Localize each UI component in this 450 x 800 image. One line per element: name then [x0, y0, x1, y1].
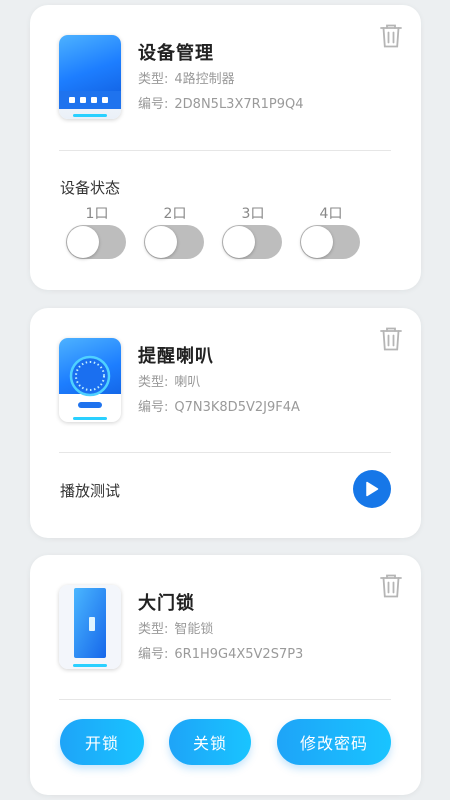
port-label: 1口	[85, 206, 109, 222]
port-2-toggle[interactable]	[144, 225, 204, 259]
play-test-label: 播放测试	[60, 482, 121, 500]
speaker-icon	[59, 338, 121, 422]
type-label: 类型:	[138, 375, 169, 390]
port-label: 2口	[163, 206, 187, 222]
id-label: 编号:	[138, 647, 169, 662]
port-4-toggle[interactable]	[300, 225, 360, 259]
port-2: 2口	[144, 203, 206, 259]
port-label: 3口	[241, 206, 265, 222]
device-type: 类型: 4路控制器	[138, 68, 235, 87]
id-value: 6R1H9G4X5V2S7P3	[174, 647, 304, 662]
port-3: 3口	[222, 203, 284, 259]
device-card-speaker: 提醒喇叭 类型: 喇叭 编号: Q7N3K8D5V2J9F4A 播放测试	[30, 308, 421, 538]
device-id: 编号: 6R1H9G4X5V2S7P3	[138, 643, 303, 662]
play-icon	[366, 481, 379, 497]
divider	[59, 150, 391, 151]
door-lock-icon	[59, 585, 121, 669]
controller-icon	[59, 35, 121, 119]
type-value: 智能锁	[174, 622, 214, 637]
delete-icon[interactable]	[379, 23, 403, 49]
type-label: 类型:	[138, 72, 169, 87]
type-value: 喇叭	[174, 375, 201, 390]
device-id: 编号: 2D8N5L3X7R1P9Q4	[138, 93, 304, 112]
id-value: 2D8N5L3X7R1P9Q4	[174, 97, 304, 112]
port-1-toggle[interactable]	[66, 225, 126, 259]
id-label: 编号:	[138, 400, 169, 415]
port-1: 1口	[66, 203, 128, 259]
device-id: 编号: Q7N3K8D5V2J9F4A	[138, 396, 300, 415]
delete-icon[interactable]	[379, 326, 403, 352]
port-4: 4口	[300, 203, 362, 259]
unlock-button[interactable]: 开锁	[60, 719, 144, 765]
device-name: 设备管理	[138, 43, 214, 64]
device-name: 大门锁	[138, 593, 195, 614]
lock-button[interactable]: 关锁	[169, 719, 251, 765]
status-label: 设备状态	[60, 179, 121, 197]
device-card-door-lock: 大门锁 类型: 智能锁 编号: 6R1H9G4X5V2S7P3 开锁 关锁 修改密码	[30, 555, 421, 795]
play-test-button[interactable]	[353, 470, 391, 508]
type-value: 4路控制器	[174, 72, 235, 87]
delete-icon[interactable]	[379, 573, 403, 599]
device-name: 提醒喇叭	[138, 346, 214, 367]
type-label: 类型:	[138, 622, 169, 637]
device-type: 类型: 智能锁	[138, 618, 213, 637]
divider	[59, 699, 391, 700]
divider	[59, 452, 391, 453]
port-label: 4口	[319, 206, 343, 222]
id-value: Q7N3K8D5V2J9F4A	[174, 400, 300, 415]
port-3-toggle[interactable]	[222, 225, 282, 259]
id-label: 编号:	[138, 97, 169, 112]
device-card-controller: 设备管理 类型: 4路控制器 编号: 2D8N5L3X7R1P9Q4 设备状态 1口…	[30, 5, 421, 290]
device-type: 类型: 喇叭	[138, 371, 200, 390]
change-password-button[interactable]: 修改密码	[277, 719, 391, 765]
